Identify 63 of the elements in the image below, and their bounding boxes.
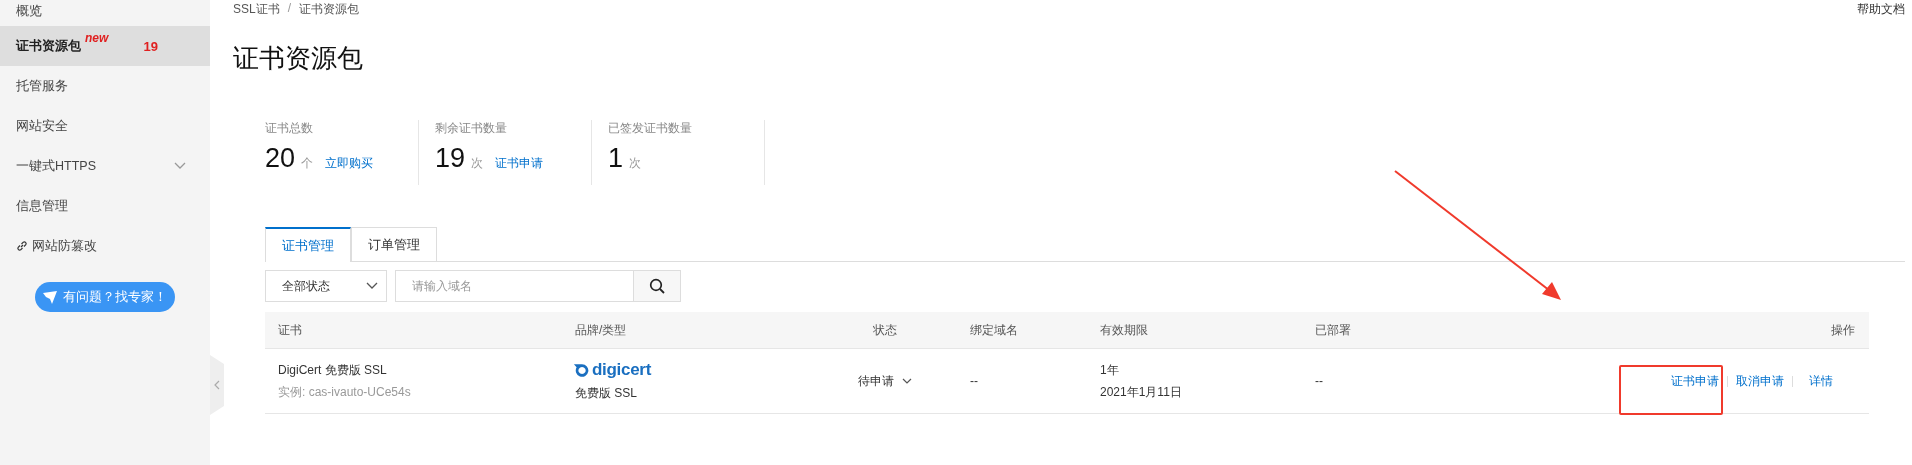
nav-label: 托管服务 xyxy=(16,77,68,95)
chevron-down-icon xyxy=(901,378,912,384)
nav-label: 概览 xyxy=(16,3,42,20)
action-link[interactable]: 证书申请 xyxy=(1671,372,1719,390)
search-icon xyxy=(649,278,665,294)
bird-icon xyxy=(43,290,57,304)
stat-unit: 个 xyxy=(301,155,314,172)
stat-link[interactable]: 证书申请 xyxy=(495,155,544,172)
nav-label: 网站防篡改 xyxy=(32,237,97,255)
nav-label: 网站安全 xyxy=(16,117,68,135)
column-header: 已部署 xyxy=(1314,321,1352,339)
action-link[interactable]: 取消申请 xyxy=(1736,372,1784,390)
new-tag: new xyxy=(85,31,109,45)
nav-item[interactable]: 托管服务 xyxy=(0,66,210,106)
stat-unit: 次 xyxy=(629,155,642,172)
link-icon xyxy=(16,240,28,252)
stat-label: 证书总数 xyxy=(265,120,314,137)
column-header: 证书 xyxy=(277,321,303,339)
tab[interactable]: 证书管理 xyxy=(265,227,351,262)
cert-name: DigiCert 免费版 SSL xyxy=(278,361,387,379)
tab[interactable]: 订单管理 xyxy=(351,227,437,261)
cert-type: 免费版 SSL xyxy=(575,385,637,402)
page-title: 证书资源包 xyxy=(233,42,364,75)
breadcrumb-item[interactable]: 证书资源包 xyxy=(299,1,360,17)
search-button[interactable] xyxy=(633,270,681,302)
breadcrumb-separator: / xyxy=(287,1,292,17)
nav-item[interactable]: 一键式HTTPS xyxy=(0,146,210,186)
column-header: 品牌/类型 xyxy=(574,321,628,339)
stat-value: 19 xyxy=(435,143,466,174)
column-header: 有效期限 xyxy=(1099,321,1149,339)
nav-item[interactable]: 网站安全 xyxy=(0,106,210,146)
nav-label: 信息管理 xyxy=(16,197,68,215)
nav-item[interactable]: 网站防篡改 xyxy=(0,226,210,266)
column-header: 状态 xyxy=(871,321,898,339)
stat-label: 剩余证书数量 xyxy=(435,120,508,137)
brand-name: digicert xyxy=(592,360,651,380)
chevron-left-icon xyxy=(214,380,220,390)
domain-search-field[interactable]: 请输入域名 xyxy=(395,270,634,302)
ring-logo-icon xyxy=(573,361,591,379)
stat-value: 1 xyxy=(608,143,624,174)
count-label: 19 xyxy=(143,38,158,54)
table-cell: -- xyxy=(1315,374,1323,388)
stat-label: 已签发证书数量 xyxy=(608,120,693,137)
table-cell: -- xyxy=(970,374,978,388)
breadcrumb-item[interactable]: SSL证书 xyxy=(233,1,280,17)
stat-value: 20 xyxy=(265,143,296,174)
table-cell: 2021年1月11日 xyxy=(1100,383,1182,401)
chevron-down-icon xyxy=(366,282,378,290)
instance-id: 实例: cas-ivauto-UCe54s xyxy=(278,383,411,401)
stat-link[interactable]: 立即购买 xyxy=(325,155,374,172)
nav-label: 证书资源包 xyxy=(16,37,81,55)
status-dropdown[interactable]: 待申请 xyxy=(857,372,912,390)
nav-label: 一键式HTTPS xyxy=(16,157,96,175)
column-header: 操作 xyxy=(1830,321,1856,339)
column-header: 绑定域名 xyxy=(969,321,1019,339)
table-cell: 1年 xyxy=(1100,361,1119,379)
action-link[interactable]: 详情 xyxy=(1809,372,1833,390)
nav-item[interactable]: 证书资源包 new 19 xyxy=(0,26,210,66)
help-docs-link[interactable]: 帮助文档 xyxy=(1857,1,1905,17)
nav-item[interactable]: 概览 xyxy=(0,0,210,26)
status-select[interactable]: 全部状态 xyxy=(265,270,387,302)
nav-item[interactable]: 信息管理 xyxy=(0,186,210,226)
stat-unit: 次 xyxy=(471,155,484,172)
